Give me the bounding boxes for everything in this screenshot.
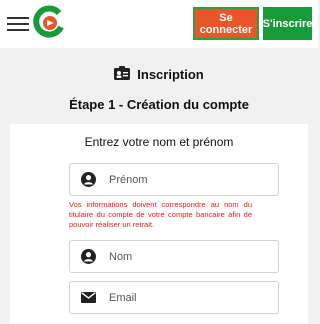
first-name-field[interactable] <box>69 163 279 196</box>
hamburger-menu-icon[interactable] <box>7 13 29 35</box>
email-field[interactable] <box>69 281 279 314</box>
email-input[interactable] <box>109 291 269 304</box>
step-title: Étape 1 - Création du compte <box>69 97 249 112</box>
last-name-input[interactable] <box>109 250 269 263</box>
register-button[interactable]: S'inscrire <box>263 7 312 40</box>
user-icon <box>75 249 101 264</box>
brand-logo[interactable] <box>32 5 66 39</box>
name-help-text: Vos informations doivent correspondre au… <box>69 200 252 229</box>
first-name-input[interactable] <box>109 173 269 186</box>
login-button[interactable]: Se connecter <box>193 7 259 40</box>
last-name-field[interactable] <box>69 240 279 273</box>
form-heading: Entrez votre nom et prénom <box>84 135 234 149</box>
registration-form-card: Entrez votre nom et prénom Vos informati… <box>10 124 308 324</box>
envelope-icon <box>75 292 101 303</box>
section-title-text: Inscription <box>137 67 204 82</box>
id-card-icon <box>114 66 131 83</box>
page-title: Inscription <box>0 66 318 83</box>
top-navigation-bar: Se connecter S'inscrire <box>0 0 318 48</box>
user-icon <box>75 172 101 187</box>
